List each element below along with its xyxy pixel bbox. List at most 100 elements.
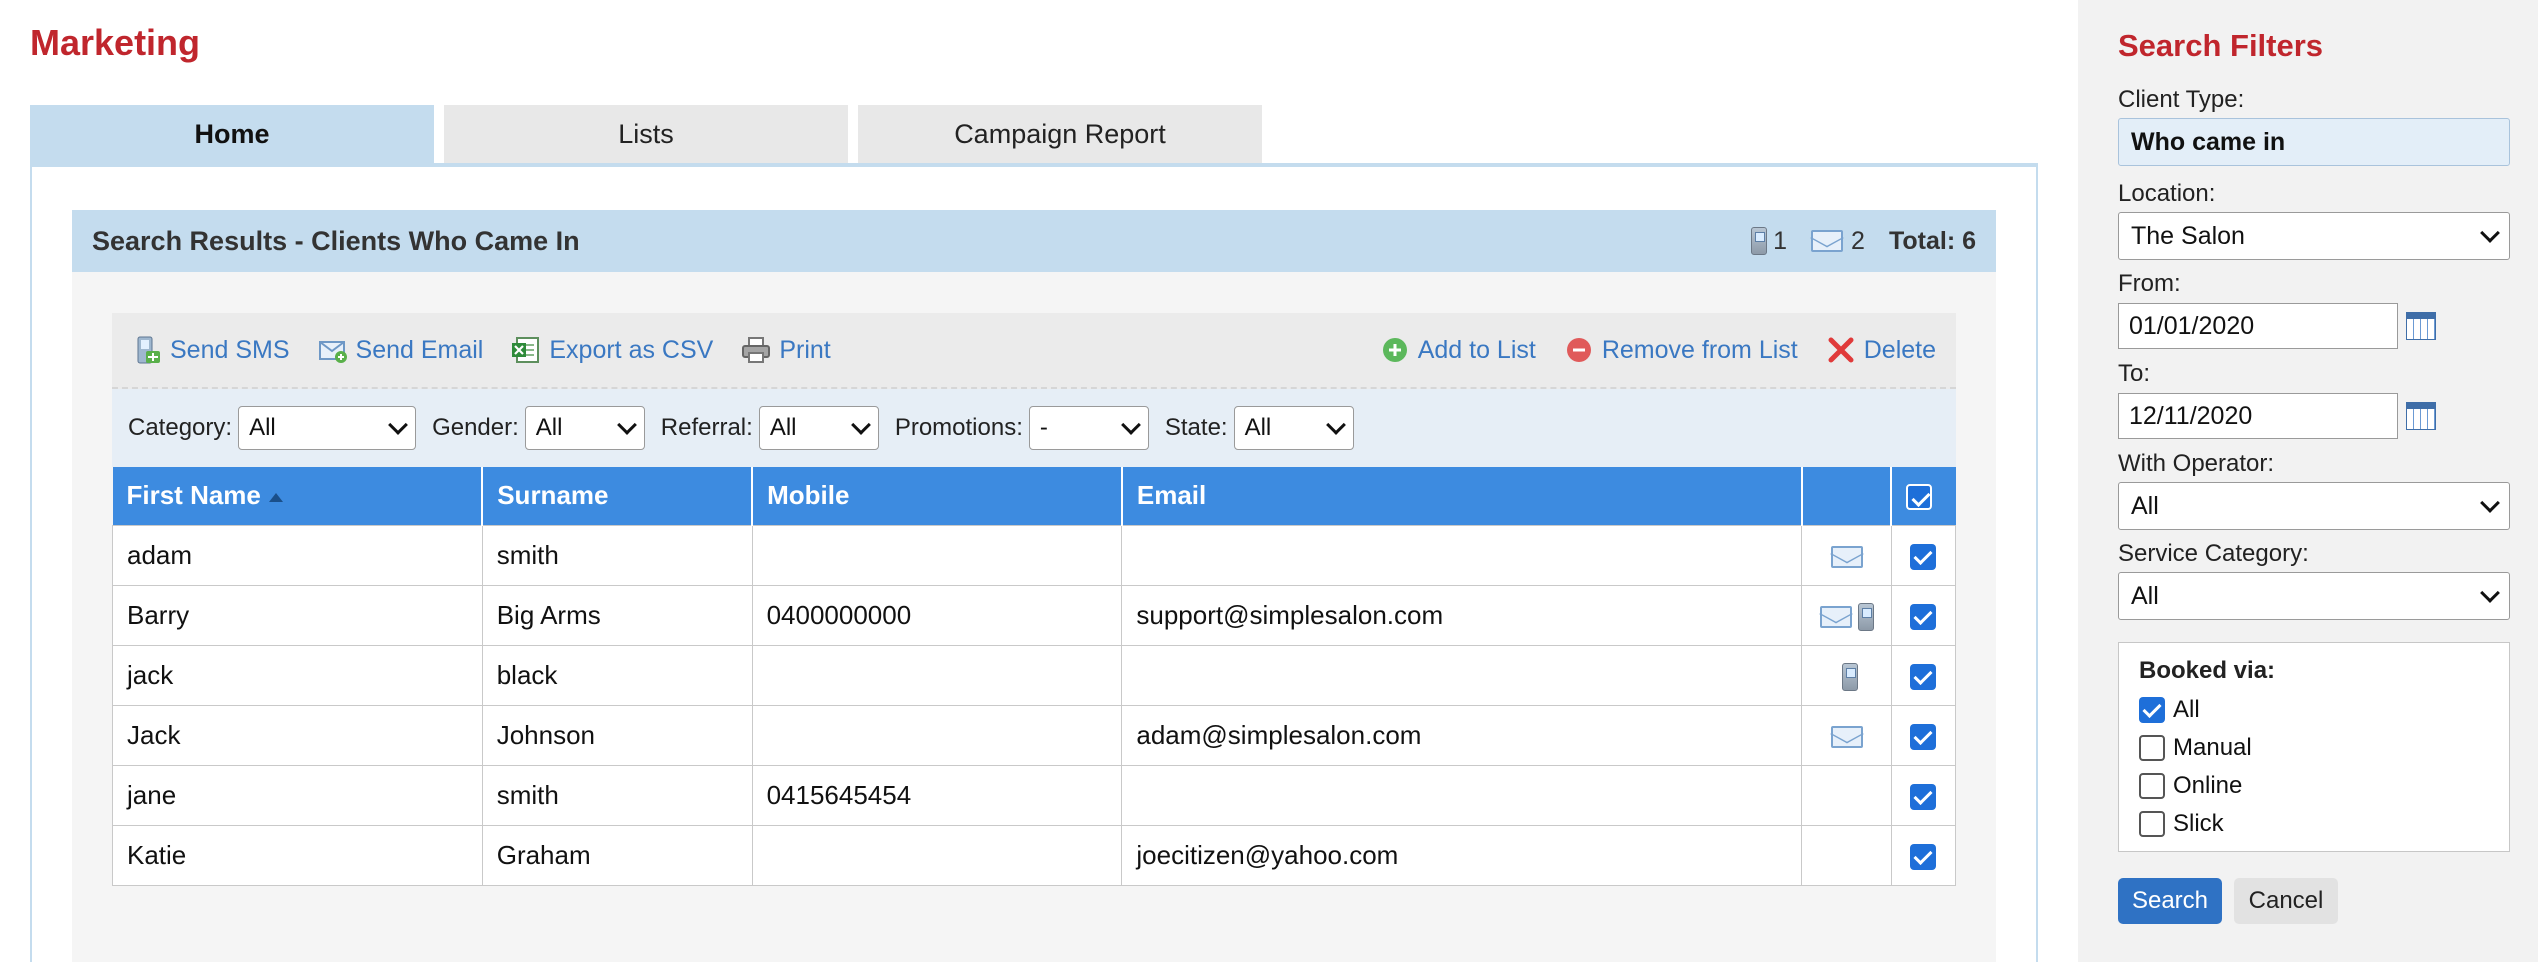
cell-contact-icons (1801, 824, 1892, 886)
booked-via-option-online[interactable]: Online (2139, 767, 2489, 805)
cell-mobile: 0400000000 (751, 584, 1123, 646)
to-date-label: To: (2118, 360, 2151, 387)
service-category-label: Service Category: (2118, 540, 2309, 567)
gender-filter-label: Gender: (432, 414, 519, 441)
mobile-icon (1857, 602, 1874, 631)
results-box: Send SMS Send Email Export as CSV Print (112, 313, 1957, 886)
cell-email: joecitizen@yahoo.com (1121, 824, 1803, 886)
send-sms-button[interactable]: Send SMS (132, 335, 290, 365)
select-all-checkbox[interactable] (1906, 484, 1933, 511)
table-row[interactable]: Barry Big Arms 0400000000 support@simplesal… (112, 584, 1957, 646)
delete-button[interactable]: Delete (1826, 335, 1936, 365)
results-counts: 1 2 Total: 6 (1751, 210, 1976, 272)
referral-select[interactable]: All (758, 406, 879, 450)
calendar-icon[interactable] (2406, 312, 2436, 340)
add-to-list-button[interactable]: Add to List (1380, 335, 1536, 365)
table-row[interactable]: jack black (112, 644, 1957, 706)
state-filter-label: State: (1164, 414, 1228, 441)
location-label: Location: (2118, 180, 2216, 207)
row-select-checkbox[interactable] (1910, 783, 1937, 810)
minus-circle-icon (1564, 335, 1594, 365)
calendar-icon[interactable] (2406, 402, 2436, 430)
client-type-field[interactable]: Who came in (2118, 118, 2510, 166)
row-select-checkbox[interactable] (1910, 723, 1937, 750)
cell-select (1890, 584, 1957, 646)
cell-first-name: jane (112, 764, 483, 826)
booked-via-option-slick[interactable]: Slick (2139, 805, 2489, 843)
location-value: The Salon (2131, 221, 2245, 250)
search-button[interactable]: Search (2118, 878, 2222, 924)
tab-lists[interactable]: Lists (444, 105, 848, 163)
results-header: Search Results - Clients Who Came In 1 2… (72, 210, 1996, 272)
from-date-input[interactable]: 01/01/2020 (2118, 303, 2398, 349)
gender-select[interactable]: All (524, 406, 645, 450)
cell-email (1121, 644, 1803, 706)
cell-email (1121, 524, 1803, 586)
envelope-icon (1819, 605, 1852, 628)
to-date-input[interactable]: 12/11/2020 (2118, 393, 2398, 439)
remove-from-list-button[interactable]: Remove from List (1564, 335, 1798, 365)
operator-label: With Operator: (2118, 450, 2275, 477)
chevron-down-icon (388, 415, 408, 435)
location-select[interactable]: The Salon (2118, 212, 2510, 260)
column-header-mobile[interactable]: Mobile (752, 467, 1123, 525)
referral-select-value: All (769, 414, 797, 441)
state-select[interactable]: All (1233, 406, 1354, 450)
table-row[interactable]: adam smith (112, 524, 1957, 586)
client-type-label: Client Type: (2118, 86, 2245, 113)
cancel-button[interactable]: Cancel (2234, 878, 2338, 924)
print-button[interactable]: Print (741, 335, 831, 365)
column-header-first-name[interactable]: First Name (112, 467, 484, 525)
column-header-select-all[interactable] (1891, 467, 1956, 525)
cell-email: adam@simplesalon.com (1121, 704, 1803, 766)
cell-mobile (751, 824, 1123, 886)
column-header-email[interactable]: Email (1121, 467, 1803, 525)
booked-via-checkbox[interactable] (2139, 811, 2165, 837)
booked-via-option-all[interactable]: All (2139, 691, 2489, 729)
chevron-down-icon (2480, 223, 2500, 243)
tab-campaign-report[interactable]: Campaign Report (858, 105, 1262, 163)
promotions-select[interactable]: - (1028, 406, 1149, 450)
operator-select[interactable]: All (2118, 482, 2510, 530)
cell-mobile (751, 524, 1123, 586)
booked-via-option-manual[interactable]: Manual (2139, 729, 2489, 767)
booked-via-checkbox[interactable] (2139, 735, 2165, 761)
service-category-value: All (2131, 581, 2159, 610)
cell-first-name: Jack (112, 704, 483, 766)
booked-via-checkbox[interactable] (2139, 697, 2165, 723)
action-toolbar: Send SMS Send Email Export as CSV Print (112, 313, 1956, 389)
page-title: Marketing (30, 22, 201, 63)
delete-label: Delete (1863, 335, 1936, 364)
row-select-checkbox[interactable] (1910, 543, 1937, 570)
send-email-button[interactable]: Send Email (318, 335, 483, 365)
cell-mobile (751, 704, 1123, 766)
cell-surname: Big Arms (481, 584, 753, 646)
send-email-icon (318, 335, 348, 365)
delete-x-icon (1826, 335, 1856, 365)
filters-row: Category: All Gender: All Referral: All … (112, 389, 1956, 467)
cell-select (1890, 524, 1957, 586)
row-select-checkbox[interactable] (1910, 843, 1937, 870)
tab-home[interactable]: Home (30, 105, 434, 163)
service-category-select[interactable]: All (2118, 572, 2510, 620)
booked-via-option-label: Manual (2173, 734, 2252, 761)
chevron-down-icon (1120, 415, 1141, 435)
cell-contact-icons (1801, 644, 1892, 706)
sms-icon (132, 335, 162, 365)
booked-via-box: Booked via: All Manual Online Slick (2118, 642, 2510, 852)
promotions-filter-label: Promotions: (894, 414, 1023, 441)
table-row[interactable]: Katie Graham joecitizen@yahoo.com (112, 824, 1957, 886)
column-header-surname[interactable]: Surname (482, 467, 754, 525)
export-csv-button[interactable]: Export as CSV (511, 335, 713, 365)
cell-email: support@simplesalon.com (1121, 584, 1803, 646)
from-date-value: 01/01/2020 (2129, 311, 2255, 340)
table-row[interactable]: jane smith 0415645454 (112, 764, 1957, 826)
row-select-checkbox[interactable] (1910, 603, 1937, 630)
booked-via-checkbox[interactable] (2139, 773, 2165, 799)
table-row[interactable]: Jack Johnson adam@simplesalon.com (112, 704, 1957, 766)
row-select-checkbox[interactable] (1910, 663, 1937, 690)
category-select[interactable]: All (238, 406, 417, 450)
results-title: Search Results - Clients Who Came In (92, 226, 580, 256)
clients-table: First Name Surname Mobile Email adam smit… (112, 467, 1957, 886)
cell-select (1890, 644, 1957, 706)
